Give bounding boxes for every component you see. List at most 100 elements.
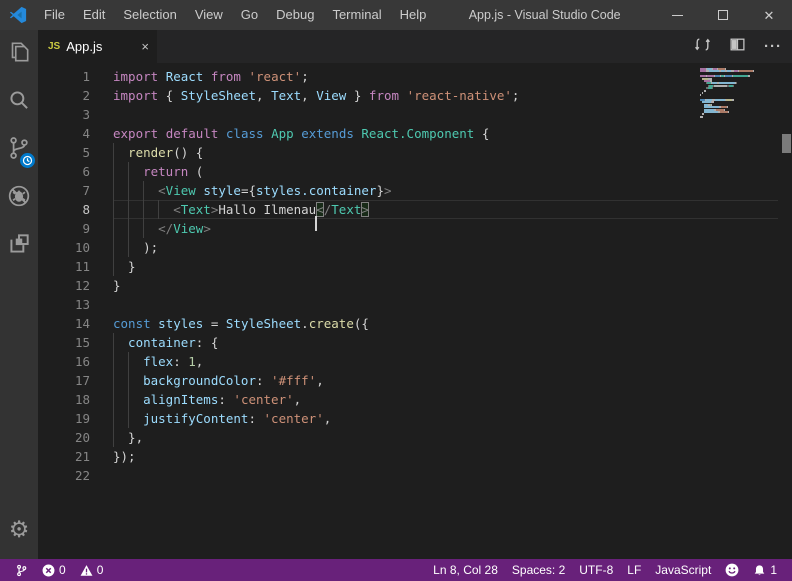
indent-guide xyxy=(113,200,128,219)
vscode-logo-icon xyxy=(9,6,27,24)
tab-close-icon[interactable]: × xyxy=(141,39,149,54)
line-number: 20 xyxy=(38,428,90,447)
indent-guide xyxy=(143,219,158,238)
open-changes-icon xyxy=(694,36,711,58)
status-bell[interactable]: 1 xyxy=(746,559,784,581)
code-text: alignItems: 'center', xyxy=(113,390,778,409)
code-line-7[interactable]: 7<View style={styles.container}> xyxy=(38,181,778,200)
activitybar-debug[interactable] xyxy=(0,174,38,222)
indent-guide xyxy=(143,181,158,200)
javascript-file-icon: JS xyxy=(48,41,60,52)
menu-selection[interactable]: Selection xyxy=(114,0,185,30)
menu-terminal[interactable]: Terminal xyxy=(323,0,390,30)
status-smiley[interactable] xyxy=(718,559,746,581)
code-line-14[interactable]: 14const styles = StyleSheet.create({ xyxy=(38,314,778,333)
status-javascript[interactable]: JavaScript xyxy=(648,559,718,581)
minimize-button[interactable] xyxy=(654,0,700,30)
code-lines: 1import React from 'react';2 import { Sty… xyxy=(38,67,778,485)
menu-bar: FileEditSelectionViewGoDebugTerminalHelp xyxy=(35,0,435,30)
code-line-11[interactable]: 11} xyxy=(38,257,778,276)
code-text: container: { xyxy=(113,333,778,352)
line-number: 9 xyxy=(38,219,90,238)
code-line-10[interactable]: 10); xyxy=(38,238,778,257)
line-number: 1 xyxy=(38,67,90,86)
window-title: App.js - Visual Studio Code xyxy=(435,8,654,22)
minimap[interactable] xyxy=(700,68,775,121)
indent-guide xyxy=(158,200,173,219)
line-number: 2 xyxy=(38,86,90,105)
code-editor[interactable]: 1import React from 'react';2 import { Sty… xyxy=(38,63,792,559)
status-utf-8[interactable]: UTF-8 xyxy=(572,559,620,581)
menu-debug[interactable]: Debug xyxy=(267,0,323,30)
activitybar-source-control[interactable] xyxy=(0,126,38,174)
status-ln-8-col-28[interactable]: Ln 8, Col 28 xyxy=(426,559,505,581)
code-line-22[interactable]: 22 xyxy=(38,466,778,485)
activitybar-extensions[interactable] xyxy=(0,222,38,270)
code-text: <View style={styles.container}> xyxy=(113,181,778,200)
activitybar-explorer[interactable] xyxy=(0,30,38,78)
overview-ruler-cursor-marker[interactable] xyxy=(782,134,791,153)
activitybar-manage[interactable]: ⚙ xyxy=(0,506,38,554)
indent-guide xyxy=(143,200,158,219)
code-line-21[interactable]: 21}); xyxy=(38,447,778,466)
code-text: justifyContent: 'center', xyxy=(113,409,778,428)
indent-guide xyxy=(128,390,143,409)
code-line-18[interactable]: 18alignItems: 'center', xyxy=(38,390,778,409)
code-line-2[interactable]: 2 import { StyleSheet, Text, View } from … xyxy=(38,86,778,105)
indent-guide xyxy=(113,219,128,238)
menu-edit[interactable]: Edit xyxy=(74,0,114,30)
code-line-1[interactable]: 1import React from 'react'; xyxy=(38,67,778,86)
indent-guide xyxy=(128,162,143,181)
status-git-branch[interactable] xyxy=(8,559,35,581)
menu-view[interactable]: View xyxy=(186,0,232,30)
menu-go[interactable]: Go xyxy=(232,0,267,30)
indent-guide xyxy=(113,371,128,390)
code-line-17[interactable]: 17backgroundColor: '#fff', xyxy=(38,371,778,390)
split-editor-button[interactable] xyxy=(729,36,746,58)
code-text: import { StyleSheet, Text, View } from '… xyxy=(113,86,778,105)
code-line-9[interactable]: 9</View> xyxy=(38,219,778,238)
code-line-8[interactable]: 8<Text>Hallo Ilmenau</Text> xyxy=(38,200,778,219)
activitybar-search[interactable] xyxy=(0,78,38,126)
code-line-16[interactable]: 16flex: 1, xyxy=(38,352,778,371)
line-number: 4 xyxy=(38,124,90,143)
code-line-19[interactable]: 19justifyContent: 'center', xyxy=(38,409,778,428)
close-button[interactable]: ✕ xyxy=(746,0,792,30)
tab-label: App.js xyxy=(66,39,135,54)
indent-guide xyxy=(128,219,143,238)
status-left: 00 xyxy=(0,559,110,581)
status-label: 1 xyxy=(770,563,777,577)
indent-guide xyxy=(128,371,143,390)
tab-appjs[interactable]: JS App.js × xyxy=(38,30,158,63)
maximize-button[interactable] xyxy=(700,0,746,30)
code-line-12[interactable]: 12} xyxy=(38,276,778,295)
status-spaces-2[interactable]: Spaces: 2 xyxy=(505,559,572,581)
indent-guide xyxy=(113,409,128,428)
minimize-icon xyxy=(672,15,683,16)
code-line-3[interactable]: 3 xyxy=(38,105,778,124)
title-bar: FileEditSelectionViewGoDebugTerminalHelp… xyxy=(0,0,792,30)
status-error-circle[interactable]: 0 xyxy=(35,559,73,581)
more-actions-button[interactable]: ··· xyxy=(764,38,782,55)
line-number: 13 xyxy=(38,295,90,314)
indent-guide xyxy=(128,409,143,428)
line-number: 6 xyxy=(38,162,90,181)
menu-file[interactable]: File xyxy=(35,0,74,30)
status-lf[interactable]: LF xyxy=(620,559,648,581)
status-bar: 00 Ln 8, Col 28Spaces: 2UTF-8LFJavaScrip… xyxy=(0,559,792,581)
code-line-20[interactable]: 20}, xyxy=(38,428,778,447)
bell-icon xyxy=(753,564,766,577)
line-number: 17 xyxy=(38,371,90,390)
code-line-5[interactable]: 5render() { xyxy=(38,143,778,162)
code-line-4[interactable]: 4export default class App extends React.… xyxy=(38,124,778,143)
menu-help[interactable]: Help xyxy=(391,0,436,30)
code-line-13[interactable]: 13 xyxy=(38,295,778,314)
code-line-6[interactable]: 6return ( xyxy=(38,162,778,181)
tab-bar: JS App.js × ··· xyxy=(38,30,792,63)
code-line-15[interactable]: 15container: { xyxy=(38,333,778,352)
code-text xyxy=(113,105,778,124)
status-warning-triangle[interactable]: 0 xyxy=(73,559,111,581)
line-number: 8 xyxy=(38,200,90,219)
indent-guide xyxy=(128,352,143,371)
open-changes-button[interactable] xyxy=(694,36,711,58)
